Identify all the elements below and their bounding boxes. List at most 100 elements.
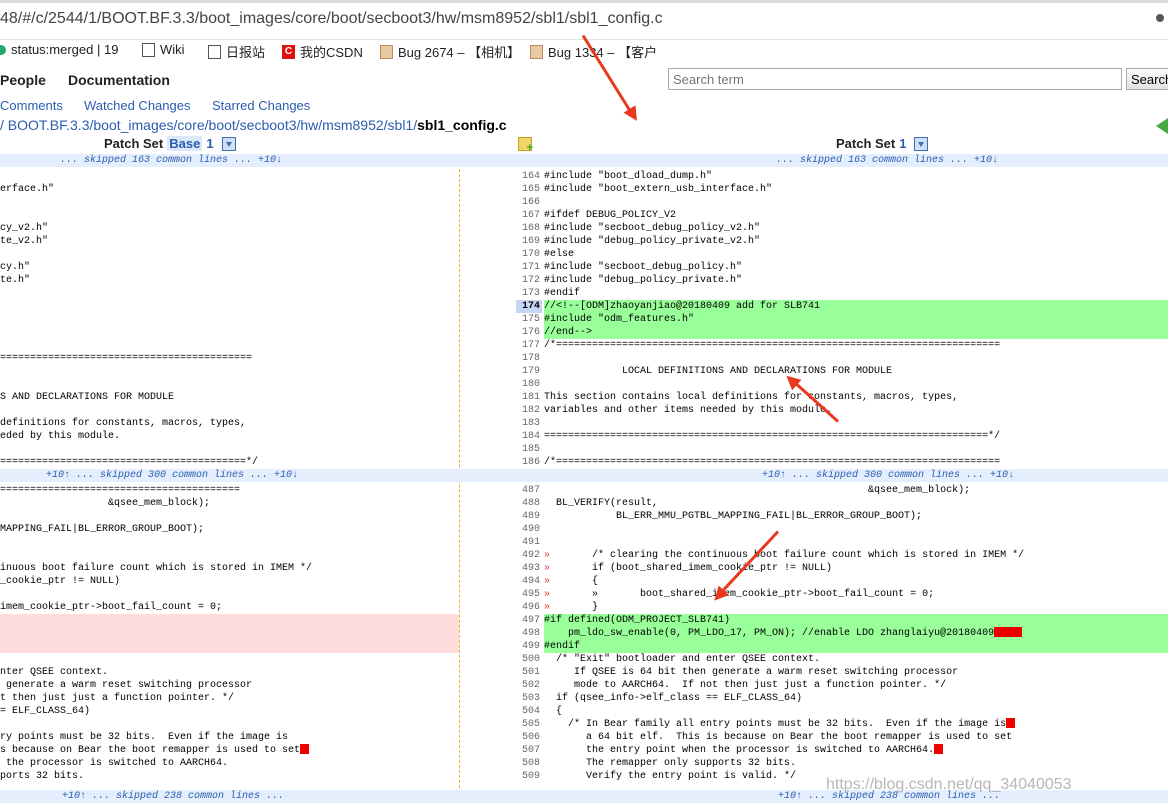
line-number[interactable]: 186 (516, 456, 542, 469)
line-number[interactable]: 487 (516, 484, 542, 497)
bookmark-bug-2674[interactable]: Bug 2674 – 【相机】 (380, 42, 520, 61)
line-number[interactable]: 169 (516, 235, 542, 248)
subnav-watched-changes[interactable]: Watched Changes (84, 98, 190, 113)
line-number[interactable]: 168 (516, 222, 542, 235)
line-number[interactable]: 494 (516, 575, 542, 588)
line-number[interactable]: 184 (516, 430, 542, 443)
line-number[interactable]: 502 (516, 679, 542, 692)
line-number[interactable]: 175 (516, 313, 542, 326)
skip-left[interactable]: ... skipped 163 common lines ... +10↓ (60, 154, 282, 167)
diff-row: ========================================… (0, 352, 1168, 365)
left-code-line: S AND DECLARATIONS FOR MODULE (0, 392, 175, 403)
left-code-line: eded by this module. (0, 431, 121, 442)
diff-row: cy_v2.h" 168 #include "secboot_debug_polic… (0, 222, 1168, 235)
line-number[interactable]: 178 (516, 352, 542, 365)
line-number[interactable]: 498 (516, 627, 542, 640)
line-number[interactable]: 496 (516, 601, 542, 614)
skip-right[interactable]: +10↑ ... skipped 300 common lines ... +1… (762, 469, 1014, 482)
right-code-line: » } (544, 602, 599, 613)
right-code-line: » /* clearing the continuous boot failur… (544, 550, 1025, 561)
line-number[interactable]: 177 (516, 339, 542, 352)
line-number[interactable]: 171 (516, 261, 542, 274)
search-button[interactable]: Search (1126, 68, 1168, 90)
line-number[interactable]: 183 (516, 417, 542, 430)
nav-documentation[interactable]: Documentation (68, 72, 170, 88)
line-number[interactable]: 504 (516, 705, 542, 718)
line-number[interactable]: 489 (516, 510, 542, 523)
search-input[interactable] (668, 68, 1122, 90)
right-code-line: #include "boot_extern_usb_interface.h" (544, 184, 773, 195)
line-number[interactable]: 501 (516, 666, 542, 679)
diff-row: 497 #if defined(ODM_PROJECT_SLB741) (0, 614, 1168, 627)
line-number[interactable]: 500 (516, 653, 542, 666)
line-number[interactable]: 495 (516, 588, 542, 601)
subnav-starred-changes[interactable]: Starred Changes (212, 98, 310, 113)
subnav-comments[interactable]: Comments (0, 98, 63, 113)
diff-row: 176//end--> (0, 326, 1168, 339)
add-comment-icon[interactable] (518, 137, 533, 154)
left-code-line: t then just just a function pointer. */ (0, 693, 235, 704)
right-code-line: &qsee_mem_block); (544, 485, 971, 496)
line-number[interactable]: 497 (516, 614, 542, 627)
left-code-line (0, 170, 459, 183)
line-number[interactable]: 492 (516, 549, 542, 562)
bookmark-csdn[interactable]: C 我的CSDN (282, 42, 363, 61)
line-number[interactable]: 164 (516, 170, 542, 183)
line-number[interactable]: 499 (516, 640, 542, 653)
line-number[interactable]: 488 (516, 497, 542, 510)
right-code-line: /* In Bear family all entry points must … (544, 718, 1168, 731)
left-patchset-num[interactable]: 1 (206, 136, 213, 151)
left-code-line: te_v2.h" (0, 236, 49, 247)
skip-left[interactable]: +10↑ ... skipped 300 common lines ... +1… (46, 469, 298, 482)
line-number[interactable]: 180 (516, 378, 542, 391)
diff-row: 182 variables and other items needed by t… (0, 404, 1168, 417)
line-number[interactable]: 185 (516, 443, 542, 456)
line-number[interactable]: 508 (516, 757, 542, 770)
line-number[interactable]: 173 (516, 287, 542, 300)
line-number[interactable]: 176 (516, 326, 542, 339)
line-number[interactable]: 174 (516, 300, 542, 313)
skip-right[interactable]: ... skipped 163 common lines ... +10↓ (776, 154, 998, 167)
line-number[interactable]: 490 (516, 523, 542, 536)
line-number[interactable]: 506 (516, 731, 542, 744)
line-number[interactable]: 503 (516, 692, 542, 705)
skip-bar[interactable]: +10↑ ... skipped 300 common lines ... +1… (0, 469, 1168, 482)
diff-row: 180 (0, 378, 1168, 391)
nav-people[interactable]: People (0, 72, 46, 88)
bookmark-wiki[interactable]: Wiki (142, 42, 185, 57)
diff-row: imem_cookie_ptr->boot_fail_count = 0; 496… (0, 601, 1168, 614)
right-patchset-num[interactable]: 1 (899, 136, 906, 151)
line-number[interactable]: 166 (516, 196, 542, 209)
bookmark-gerrit[interactable]: status:merged | 19 (0, 42, 118, 57)
line-number[interactable]: 507 (516, 744, 542, 757)
diff-row: S AND DECLARATIONS FOR MODULE 181 This sec… (0, 391, 1168, 404)
diff-row: 174//<!--[ODM]zhaoyanjiao@20180409 add f… (0, 300, 1168, 313)
left-patchset-label: Patch Set (104, 136, 164, 151)
url-text[interactable]: 48/#/c/2544/1/BOOT.BF.3.3/boot_images/co… (0, 10, 663, 28)
left-code-line (0, 365, 459, 378)
diff-row: cy.h" 171 #include "secboot_debug_policy.h… (0, 261, 1168, 274)
download-icon[interactable] (914, 136, 929, 151)
bookmark-daily[interactable]: 日报站 (208, 42, 265, 61)
line-number[interactable]: 509 (516, 770, 542, 783)
right-code-line (544, 443, 1168, 456)
line-number[interactable]: 182 (516, 404, 542, 417)
download-icon[interactable] (221, 136, 236, 151)
back-arrow-icon[interactable] (1156, 118, 1168, 134)
line-number[interactable]: 491 (516, 536, 542, 549)
left-patchset-base[interactable]: Base (167, 136, 203, 151)
menu-dot-icon[interactable] (1156, 14, 1164, 22)
line-number[interactable]: 493 (516, 562, 542, 575)
skip-bar[interactable]: ... skipped 163 common lines ... +10↓ ..… (0, 154, 1168, 167)
breadcrumb-path[interactable]: / BOOT.BF.3.3/boot_images/core/boot/secb… (0, 117, 417, 133)
line-number[interactable]: 179 (516, 365, 542, 378)
left-code-line (0, 209, 459, 222)
redaction-mark (994, 627, 1023, 638)
line-number[interactable]: 172 (516, 274, 542, 287)
line-number[interactable]: 505 (516, 718, 542, 731)
line-number[interactable]: 165 (516, 183, 542, 196)
line-number[interactable]: 181 (516, 391, 542, 404)
skip-left[interactable]: +10↑ ... skipped 238 common lines ... (62, 790, 284, 803)
line-number[interactable]: 170 (516, 248, 542, 261)
line-number[interactable]: 167 (516, 209, 542, 222)
